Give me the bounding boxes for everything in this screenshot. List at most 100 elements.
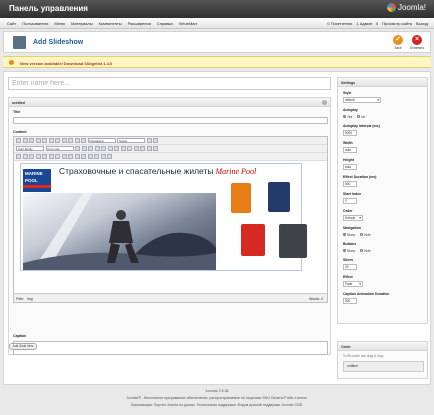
- editor-content[interactable]: MARINE POOL Страховочные и спасательные …: [14, 161, 327, 293]
- effect-select[interactable]: Fade: [343, 281, 363, 287]
- column-icon[interactable]: [29, 154, 34, 159]
- footer-license: Joomla!® - бесплатное программное обеспе…: [126, 396, 308, 400]
- replace-icon[interactable]: [94, 146, 100, 151]
- navigation-hide[interactable]: Hide: [359, 233, 371, 237]
- messages-count[interactable]: 0: [376, 21, 378, 26]
- visual-aid-icon[interactable]: [94, 154, 99, 159]
- visitors-count: 0 Посетители: [327, 21, 353, 26]
- add-slide-item-button[interactable]: Add Slide Item: [9, 343, 37, 350]
- redo-icon[interactable]: [22, 138, 28, 143]
- image-icon[interactable]: [146, 146, 152, 151]
- caption-textarea[interactable]: [13, 341, 328, 355]
- menu-item-help[interactable]: Справка: [157, 21, 173, 26]
- order-select[interactable]: Default: [343, 215, 363, 221]
- cleanup-icon[interactable]: [29, 138, 34, 143]
- settings-title: Settings: [341, 80, 356, 85]
- order-list-item[interactable]: untitled: [343, 361, 424, 372]
- cancel-button[interactable]: × Отменить: [408, 35, 426, 53]
- table-icon[interactable]: [16, 154, 21, 159]
- align-left-icon[interactable]: [61, 138, 67, 143]
- menu-item-components[interactable]: Компоненты: [99, 21, 122, 26]
- duration-input[interactable]: 800: [343, 181, 357, 187]
- paragraph-select[interactable]: Paragraph: [87, 137, 116, 144]
- font-family-select[interactable]: Font family: [16, 145, 44, 152]
- row-icon[interactable]: [22, 154, 28, 159]
- align-center-icon[interactable]: [68, 138, 73, 143]
- undo-icon[interactable]: [16, 138, 21, 143]
- bullet-list-icon[interactable]: [101, 146, 106, 151]
- view-site-link[interactable]: Просмотр сайта: [382, 21, 412, 26]
- buttons-hide[interactable]: Hide: [359, 249, 371, 253]
- bold-icon[interactable]: [35, 138, 41, 143]
- path-value[interactable]: img: [27, 297, 33, 301]
- page-title: Add Slideshow: [33, 39, 84, 46]
- search-icon[interactable]: [88, 146, 93, 151]
- menu-item-menus[interactable]: Меню: [54, 21, 65, 26]
- logout-link[interactable]: Выход: [416, 21, 428, 26]
- autoplay-no[interactable]: No: [357, 115, 365, 119]
- slices-input[interactable]: 20: [343, 264, 357, 270]
- style-select[interactable]: default: [343, 97, 381, 103]
- info-icon[interactable]: i: [322, 100, 327, 105]
- main-menu: Сайт Пользователи Меню Материалы Компоне…: [7, 21, 197, 26]
- underline-icon[interactable]: [48, 138, 54, 143]
- title-input[interactable]: [13, 117, 328, 124]
- background-color-icon[interactable]: [81, 146, 87, 151]
- height-input[interactable]: auto: [343, 164, 357, 170]
- code-icon[interactable]: [153, 146, 158, 151]
- styles-select[interactable]: Styles: [117, 137, 145, 144]
- clear-format-icon[interactable]: [146, 138, 152, 143]
- buttons-show[interactable]: Show: [343, 249, 355, 253]
- help-icon[interactable]: [153, 138, 158, 143]
- align-justify-icon[interactable]: [81, 138, 86, 143]
- slideshow-name-input[interactable]: [9, 78, 330, 89]
- slide-item-header[interactable]: untitled i: [9, 98, 330, 107]
- navigation-show[interactable]: Show: [343, 233, 355, 237]
- numbered-list-icon[interactable]: [107, 146, 113, 151]
- anchor-icon[interactable]: [140, 146, 145, 151]
- media-icon[interactable]: [68, 154, 73, 159]
- editor-toolbar-row-3: [14, 153, 327, 161]
- menu-item-content[interactable]: Материалы: [71, 21, 92, 26]
- duration-label: Effect Duration (ms): [343, 175, 377, 179]
- fullscreen-icon[interactable]: [74, 154, 80, 159]
- layer-icon[interactable]: [100, 154, 106, 159]
- word-count: Words: 0: [309, 296, 323, 301]
- caption-animation-input[interactable]: 800: [343, 298, 357, 304]
- preview-icon[interactable]: [81, 154, 86, 159]
- start-index-input[interactable]: 0: [343, 198, 357, 204]
- link-icon[interactable]: [127, 146, 132, 151]
- print-icon[interactable]: [87, 154, 93, 159]
- admin-header: Панель управления Joomla!: [0, 0, 434, 18]
- special-char-icon[interactable]: [55, 154, 60, 159]
- font-size-select[interactable]: Font size: [45, 145, 74, 152]
- update-notice-text[interactable]: New version available! Download Slidgeti…: [20, 61, 112, 66]
- interval-input[interactable]: 5000: [343, 130, 357, 136]
- align-right-icon[interactable]: [74, 138, 80, 143]
- unlink-icon[interactable]: [133, 146, 139, 151]
- menu-item-users[interactable]: Пользователи: [22, 21, 48, 26]
- start-index-label: Start Index: [343, 192, 362, 196]
- slideshow-name-field[interactable]: [8, 77, 331, 90]
- horizontal-rule-icon[interactable]: [35, 154, 41, 159]
- emoticon-icon[interactable]: [61, 154, 67, 159]
- menu-item-extensions[interactable]: Расширения: [128, 21, 151, 26]
- interval-label: Autoplay Interval (ms): [343, 124, 380, 128]
- menu-item-virtuemart[interactable]: VirtueMart: [179, 21, 197, 26]
- save-button[interactable]: ✓ Save: [389, 35, 407, 53]
- width-input[interactable]: auto: [343, 147, 357, 153]
- subscript-icon[interactable]: [42, 154, 47, 159]
- menu-item-site[interactable]: Сайт: [7, 21, 16, 26]
- editor-toolbar-row-1: Paragraph Styles: [14, 137, 327, 145]
- strikethrough-icon[interactable]: [55, 138, 60, 143]
- style-label: Style: [343, 91, 352, 95]
- navigation-hide-label: Hide: [363, 233, 371, 237]
- indent-icon[interactable]: [120, 146, 126, 151]
- style-icon[interactable]: [107, 154, 112, 159]
- outdent-icon[interactable]: [114, 146, 119, 151]
- italic-icon[interactable]: [42, 138, 47, 143]
- joomla-logo[interactable]: Joomla!: [386, 3, 426, 12]
- text-color-icon[interactable]: [75, 146, 80, 151]
- autoplay-yes[interactable]: Yes: [343, 115, 352, 119]
- superscript-icon[interactable]: [48, 154, 54, 159]
